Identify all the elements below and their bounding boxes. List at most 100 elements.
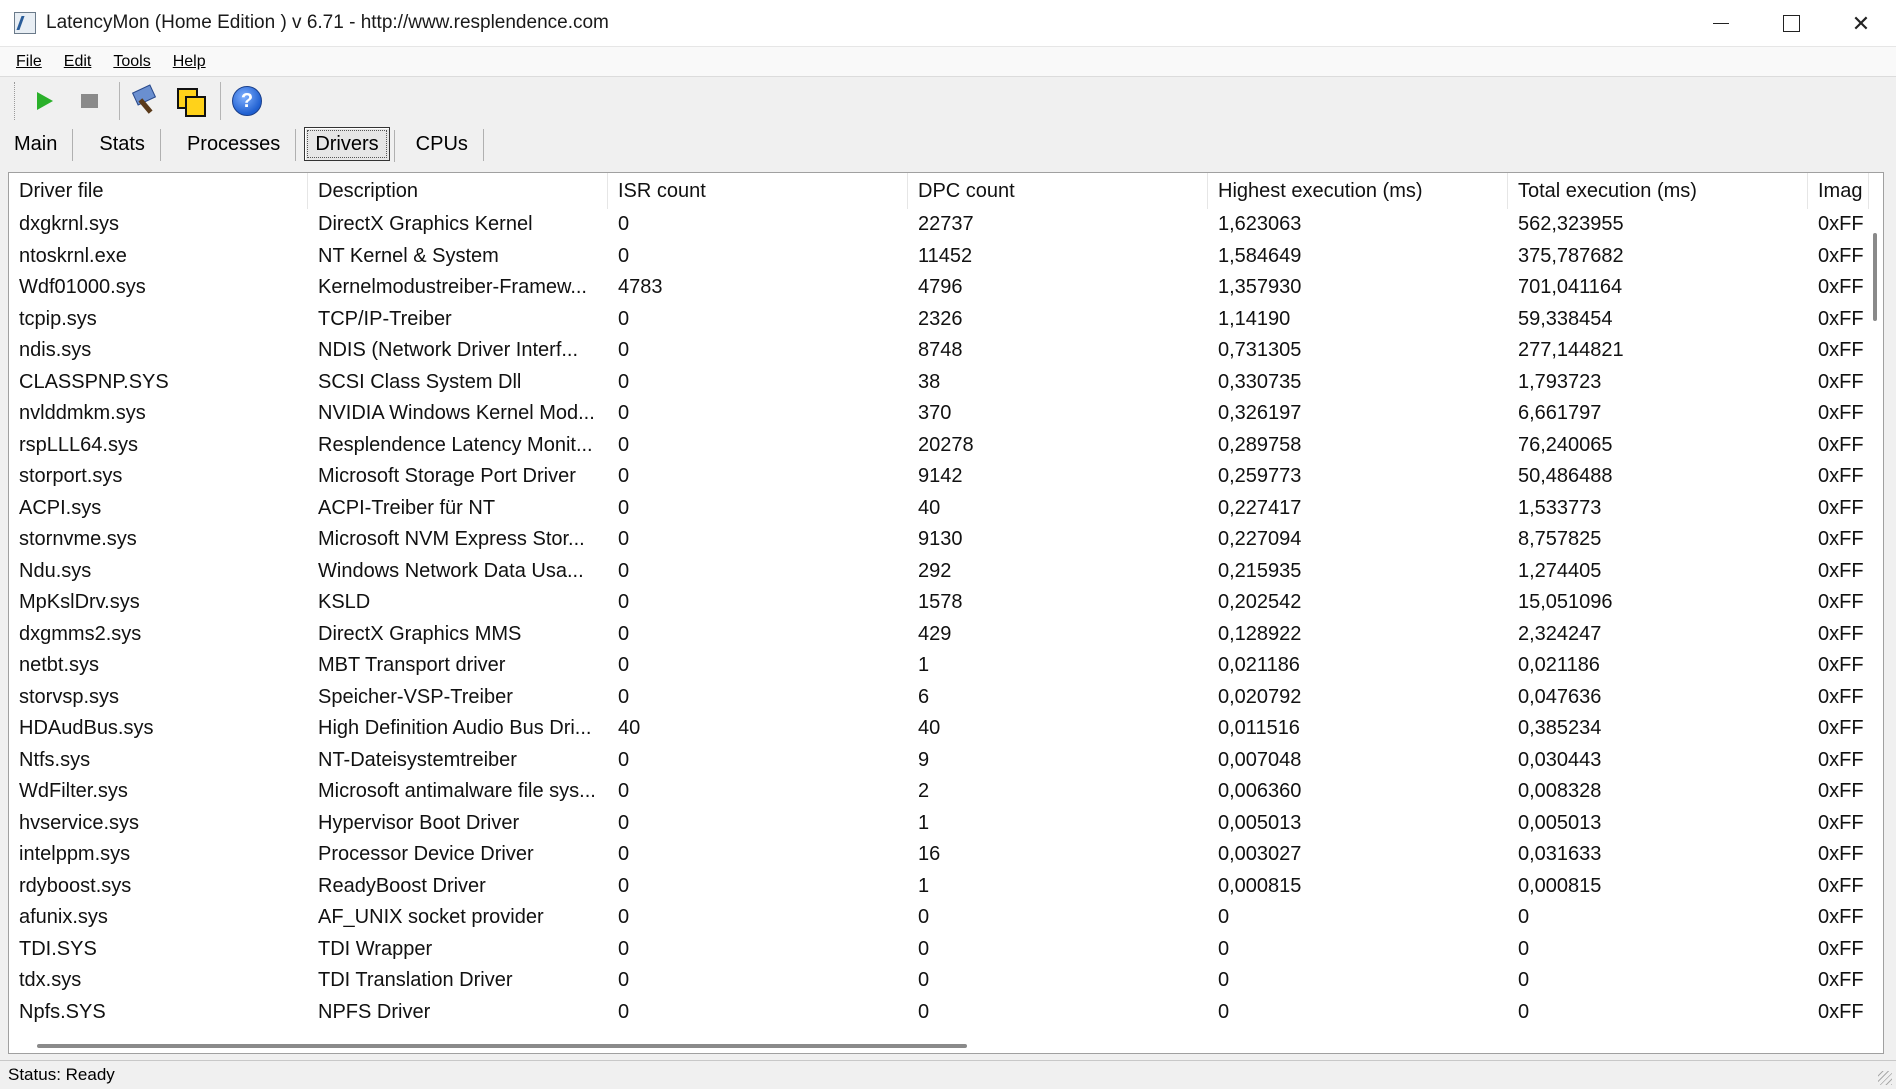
cell-isr-count: 40: [618, 717, 641, 740]
cell-dpc-count: 9142: [918, 465, 963, 488]
table-row[interactable]: stornvme.sys Microsoft NVM Express Stor..…: [9, 524, 1869, 556]
cell-total-execution: 0: [1518, 937, 1530, 960]
tab-drivers[interactable]: Drivers: [304, 127, 396, 162]
resize-grip-icon[interactable]: [1878, 1071, 1892, 1085]
table-row[interactable]: rspLLL64.sys Resplendence Latency Monit..…: [9, 430, 1869, 462]
table-row[interactable]: ndis.sys NDIS (Network Driver Interf... 0 8…: [9, 335, 1869, 367]
cell-description: Microsoft Storage Port Driver: [318, 465, 576, 488]
cell-description: ACPI-Treiber für NT: [318, 496, 496, 519]
cell-highest-execution: 0,215935: [1218, 559, 1302, 582]
tab-stats[interactable]: Stats: [89, 127, 161, 161]
table-row[interactable]: WdFilter.sys Microsoft antimalware file s…: [9, 776, 1869, 808]
table-row[interactable]: Npfs.SYS NPFS Driver 0 0 0 0 0xFF: [9, 997, 1869, 1029]
toolbar-grip[interactable]: [14, 82, 17, 120]
table-row[interactable]: dxgmms2.sys DirectX Graphics MMS 0 429 0,128…: [9, 619, 1869, 651]
table-row[interactable]: storvsp.sys Speicher-VSP-Treiber 0 6 0,02079…: [9, 682, 1869, 714]
column-header-description[interactable]: Description: [308, 173, 608, 209]
cell-highest-execution: 0,326197: [1218, 402, 1302, 425]
cell-isr-count: 0: [618, 307, 630, 330]
table-row[interactable]: CLASSPNP.SYS SCSI Class System Dll 0 38 0,33…: [9, 367, 1869, 399]
cell-dpc-count: 2326: [918, 307, 963, 330]
cell-total-execution: 0,047636: [1518, 685, 1602, 708]
table-row[interactable]: Wdf01000.sys Kernelmodustreiber-Framew...…: [9, 272, 1869, 304]
start-button[interactable]: [25, 81, 65, 121]
cell-total-execution: 0,000815: [1518, 874, 1602, 897]
table-row[interactable]: Ntfs.sys NT-Dateisystemtreiber 0 9 0,007048 0…: [9, 745, 1869, 777]
cell-image: 0xFF: [1818, 370, 1864, 393]
vertical-scrollbar[interactable]: [1867, 209, 1883, 1039]
cell-image: 0xFF: [1818, 622, 1864, 645]
table-row[interactable]: HDAudBus.sys High Definition Audio Bus Dr…: [9, 713, 1869, 745]
table-row[interactable]: ntoskrnl.exe NT Kernel & System 0 11452 1,58…: [9, 241, 1869, 273]
table-row[interactable]: tdx.sys TDI Translation Driver 0 0 0 0 0xFF: [9, 965, 1869, 997]
tab-main[interactable]: Main: [4, 127, 74, 161]
cell-highest-execution: 0,006360: [1218, 780, 1302, 803]
cell-dpc-count: 2: [918, 780, 930, 803]
cell-total-execution: 0,021186: [1518, 654, 1600, 677]
table-row[interactable]: dxgkrnl.sys DirectX Graphics Kernel 0 22737…: [9, 209, 1869, 241]
menu-file[interactable]: File: [12, 51, 46, 73]
minimize-button[interactable]: [1686, 0, 1756, 47]
menu-edit[interactable]: Edit: [60, 51, 96, 73]
horizontal-scrollbar[interactable]: [9, 1037, 1869, 1053]
cell-dpc-count: 40: [918, 717, 941, 740]
cell-driver-file: netbt.sys: [19, 654, 100, 677]
cell-highest-execution: 0,020792: [1218, 685, 1302, 708]
table-row[interactable]: intelppm.sys Processor Device Driver 0 16 0,…: [9, 839, 1869, 871]
menu-help[interactable]: Help: [169, 51, 210, 73]
table-row[interactable]: afunix.sys AF_UNIX socket provider 0 0 0 0 0xF…: [9, 902, 1869, 934]
cell-dpc-count: 11452: [918, 244, 973, 267]
cell-description: DirectX Graphics Kernel: [318, 213, 533, 236]
copy-button[interactable]: [170, 81, 210, 121]
window-title: LatencyMon (Home Edition ) v 6.71 - http…: [46, 12, 609, 33]
close-button[interactable]: ✕: [1826, 0, 1896, 47]
column-header-driver-file[interactable]: Driver file: [9, 173, 308, 209]
cell-total-execution: 8,757825: [1518, 528, 1602, 551]
cell-image: 0xFF: [1818, 780, 1864, 803]
column-header-image[interactable]: Imag: [1808, 173, 1869, 209]
cell-total-execution: 76,240065: [1518, 433, 1613, 456]
cell-image: 0xFF: [1818, 811, 1864, 834]
table-row[interactable]: ACPI.sys ACPI-Treiber für NT 0 40 0,227417 1,…: [9, 493, 1869, 525]
copy-icon: [175, 86, 206, 117]
table-row[interactable]: storport.sys Microsoft Storage Port Drive…: [9, 461, 1869, 493]
help-icon: ?: [232, 86, 262, 116]
table-row[interactable]: TDI.SYS TDI Wrapper 0 0 0 0 0xFF: [9, 934, 1869, 966]
cell-image: 0xFF: [1818, 717, 1864, 740]
table-row[interactable]: nvlddmkm.sys NVIDIA Windows Kernel Mod...…: [9, 398, 1869, 430]
column-header-dpc-count[interactable]: DPC count: [908, 173, 1208, 209]
menu-tools[interactable]: Tools: [109, 51, 154, 73]
stop-button[interactable]: [69, 81, 109, 121]
cell-highest-execution: 0,731305: [1218, 339, 1302, 362]
tab-cpus[interactable]: CPUs: [406, 127, 485, 161]
table-row[interactable]: Ndu.sys Windows Network Data Usa... 0 292 0,…: [9, 556, 1869, 588]
cell-description: NT-Dateisystemtreiber: [318, 748, 517, 771]
cell-image: 0xFF: [1818, 654, 1864, 677]
horizontal-scroll-thumb[interactable]: [37, 1044, 967, 1048]
cell-highest-execution: 0,021186: [1218, 654, 1300, 677]
table-row[interactable]: MpKslDrv.sys KSLD 0 1578 0,202542 15,051096 0x…: [9, 587, 1869, 619]
column-header-isr-count[interactable]: ISR count: [608, 173, 908, 209]
cell-dpc-count: 0: [918, 1000, 930, 1023]
table-row[interactable]: rdyboost.sys ReadyBoost Driver 0 1 0,000815 0…: [9, 871, 1869, 903]
cell-image: 0xFF: [1818, 559, 1864, 582]
column-header-total-execution[interactable]: Total execution (ms): [1508, 173, 1808, 209]
table-row[interactable]: netbt.sys MBT Transport driver 0 1 0,021186 0…: [9, 650, 1869, 682]
cell-driver-file: TDI.SYS: [19, 937, 97, 960]
cell-total-execution: 2,324247: [1518, 622, 1602, 645]
table-row[interactable]: tcpip.sys TCP/IP-Treiber 0 2326 1,14190 59,33…: [9, 304, 1869, 336]
cell-driver-file: HDAudBus.sys: [19, 717, 154, 740]
tools-button[interactable]: [126, 81, 166, 121]
vertical-scroll-thumb[interactable]: [1873, 233, 1877, 321]
cell-driver-file: dxgkrnl.sys: [19, 213, 120, 236]
cell-dpc-count: 1: [918, 654, 930, 677]
tab-processes[interactable]: Processes: [177, 127, 297, 161]
cell-driver-file: tcpip.sys: [19, 307, 97, 330]
cell-highest-execution: 0,202542: [1218, 591, 1302, 614]
maximize-button[interactable]: [1756, 0, 1826, 47]
column-header-highest-execution[interactable]: Highest execution (ms): [1208, 173, 1508, 209]
cell-description: NVIDIA Windows Kernel Mod...: [318, 402, 595, 425]
help-button[interactable]: ?: [227, 81, 267, 121]
table-row[interactable]: hvservice.sys Hypervisor Boot Driver 0 1 0,0…: [9, 808, 1869, 840]
table-header: Driver file Description ISR count DPC co…: [9, 173, 1869, 209]
